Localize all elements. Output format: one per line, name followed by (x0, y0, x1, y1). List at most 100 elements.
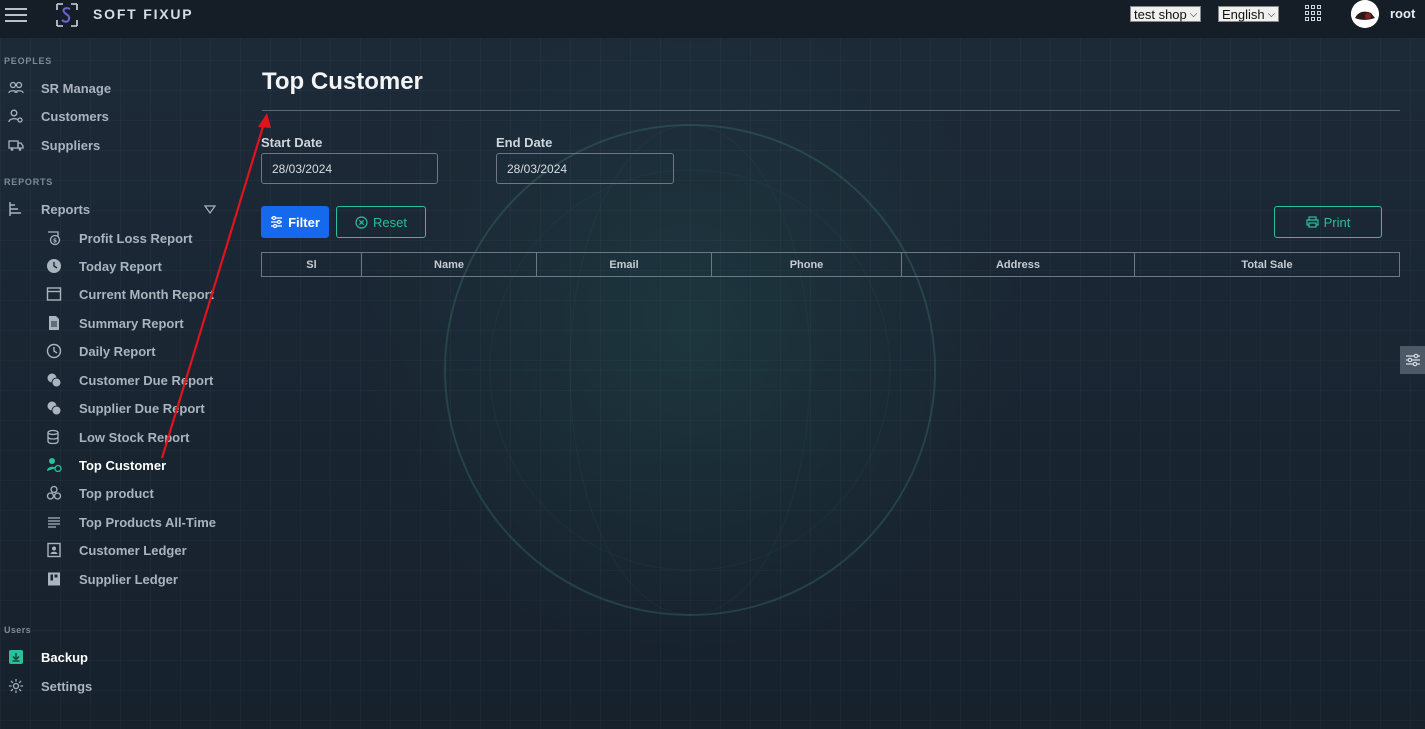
end-date-input[interactable] (496, 153, 674, 184)
page-title: Top Customer (262, 68, 423, 95)
column-header-total-sale[interactable]: Total Sale (1134, 252, 1400, 277)
sidebar-item-label: SR Manage (41, 80, 112, 96)
clock-outline-icon (46, 343, 66, 359)
sidebar-item-daily-report[interactable]: Daily Report (46, 343, 156, 359)
sidebar-item-today-report[interactable]: Today Report (46, 258, 162, 274)
sidebar-item-label: Current Month Report (79, 286, 215, 302)
sidebar-item-label: Daily Report (79, 343, 156, 359)
sidebar-item-label: Low Stock Report (79, 429, 190, 445)
sidebar-item-top-product[interactable]: Top product (46, 485, 154, 501)
column-header-email[interactable]: Email (536, 252, 712, 277)
clock-icon (46, 258, 66, 274)
section-reports: REPORTS (4, 177, 54, 187)
section-peoples: PEOPLES (4, 56, 53, 66)
sidebar-item-summary-report[interactable]: Summary Report (46, 315, 184, 331)
chevron-down-icon: ⌵ (1189, 8, 1198, 20)
sidebar-item-label: Customers (41, 108, 109, 124)
sidebar-item-customer-ledger[interactable]: Customer Ledger (46, 542, 187, 558)
logo-icon (56, 3, 78, 27)
printer-icon (1306, 216, 1319, 228)
start-date-input[interactable] (261, 153, 438, 184)
truck-icon (8, 137, 28, 153)
sliders-icon (1405, 353, 1420, 367)
table-header-row: Sl Name Email Phone Address Total Sale (261, 252, 1400, 277)
sidebar-item-label: Settings (41, 678, 93, 694)
user-name[interactable]: root (1390, 6, 1415, 21)
globe-illustration (444, 124, 936, 616)
cubes-icon (46, 485, 66, 501)
menu-toggle-icon[interactable] (5, 8, 27, 24)
user-star-icon (46, 457, 66, 473)
reset-button-label: Reset (373, 214, 407, 230)
sidebar-item-current-month-report[interactable]: Current Month Report (46, 286, 214, 302)
sidebar-item-top-products-all-time[interactable]: Top Products All-Time (46, 514, 216, 530)
coins-icon (46, 400, 66, 416)
sidebar-item-reports[interactable]: Reports (8, 201, 90, 217)
sidebar-item-supplier-ledger[interactable]: Supplier Ledger (46, 571, 178, 587)
sidebar-item-label: Customer Ledger (79, 542, 187, 558)
title-divider (262, 110, 1400, 111)
language-select[interactable]: English ⌵ (1218, 6, 1280, 22)
reports-tree-icon (8, 201, 28, 217)
users-icon (8, 80, 28, 96)
sliders-icon (271, 216, 283, 228)
ledger-icon (46, 571, 66, 587)
sidebar-item-low-stock-report[interactable]: Low Stock Report (46, 429, 190, 445)
sidebar-item-label: Top Products All-Time (79, 514, 216, 530)
database-icon (46, 429, 66, 445)
sidebar-item-supplier-due-report[interactable]: Supplier Due Report (46, 400, 205, 416)
sidebar-item-label: Supplier Ledger (79, 571, 178, 587)
profit-icon: $ (46, 230, 66, 246)
shop-select-value: test shop (1134, 6, 1187, 22)
sidebar-item-label: Backup (41, 649, 88, 665)
sidebar-item-label: Supplier Due Report (79, 400, 205, 416)
brand-name: SOFT FIXUP (93, 6, 194, 22)
shop-select[interactable]: test shop ⌵ (1130, 6, 1202, 22)
list-icon (46, 514, 66, 530)
sidebar-item-customer-due-report[interactable]: Customer Due Report (46, 372, 213, 388)
language-select-value: English (1222, 6, 1265, 22)
sidebar-item-backup[interactable]: Backup (8, 649, 88, 665)
close-circle-icon (355, 215, 368, 229)
column-header-address[interactable]: Address (901, 252, 1135, 277)
top-customer-table: Sl Name Email Phone Address Total Sale (261, 252, 1400, 277)
print-button-label: Print (1323, 214, 1351, 230)
avatar[interactable] (1351, 0, 1379, 28)
sidebar-item-top-customer[interactable]: Top Customer (46, 457, 166, 473)
sidebar-item-suppliers[interactable]: Suppliers (8, 137, 100, 153)
sidebar-item-label: Suppliers (41, 137, 101, 153)
gear-icon (8, 678, 28, 694)
section-users: Users (4, 625, 32, 635)
print-button[interactable]: Print (1274, 206, 1382, 238)
filter-button[interactable]: Filter (261, 206, 329, 238)
reset-button[interactable]: Reset (336, 206, 426, 238)
sidebar-item-label: Profit Loss Report (79, 230, 193, 246)
user-gear-icon (8, 108, 28, 124)
sidebar-item-profit-loss-report[interactable]: $ Profit Loss Report (46, 230, 192, 246)
sidebar-item-label: Top product (79, 485, 154, 501)
customizer-toggle-button[interactable] (1400, 346, 1425, 374)
column-header-sl[interactable]: Sl (261, 252, 362, 277)
document-icon (46, 315, 66, 331)
sidebar-item-label: Customer Due Report (79, 372, 214, 388)
coins-icon (46, 372, 66, 388)
chevron-down-icon: ⌵ (1267, 8, 1276, 20)
sidebar: PEOPLES SR Manage Customers Suppliers RE… (0, 38, 230, 729)
contact-book-icon (46, 542, 66, 558)
column-header-phone[interactable]: Phone (711, 252, 902, 277)
apps-grid-icon[interactable] (1305, 5, 1321, 21)
svg-text:$: $ (53, 238, 57, 245)
sidebar-item-sr-manage[interactable]: SR Manage (8, 80, 111, 96)
end-date-label: End Date (496, 135, 553, 150)
calendar-icon (46, 286, 66, 302)
sidebar-item-label: Today Report (79, 258, 162, 274)
chevron-down-icon[interactable] (204, 204, 216, 216)
download-icon (8, 649, 28, 665)
sidebar-item-settings[interactable]: Settings (8, 678, 92, 694)
start-date-label: Start Date (261, 135, 323, 150)
sidebar-item-customers[interactable]: Customers (8, 108, 109, 124)
sidebar-item-label: Summary Report (79, 315, 184, 331)
sidebar-item-label: Reports (41, 201, 91, 217)
filter-button-label: Filter (288, 214, 320, 230)
column-header-name[interactable]: Name (361, 252, 537, 277)
